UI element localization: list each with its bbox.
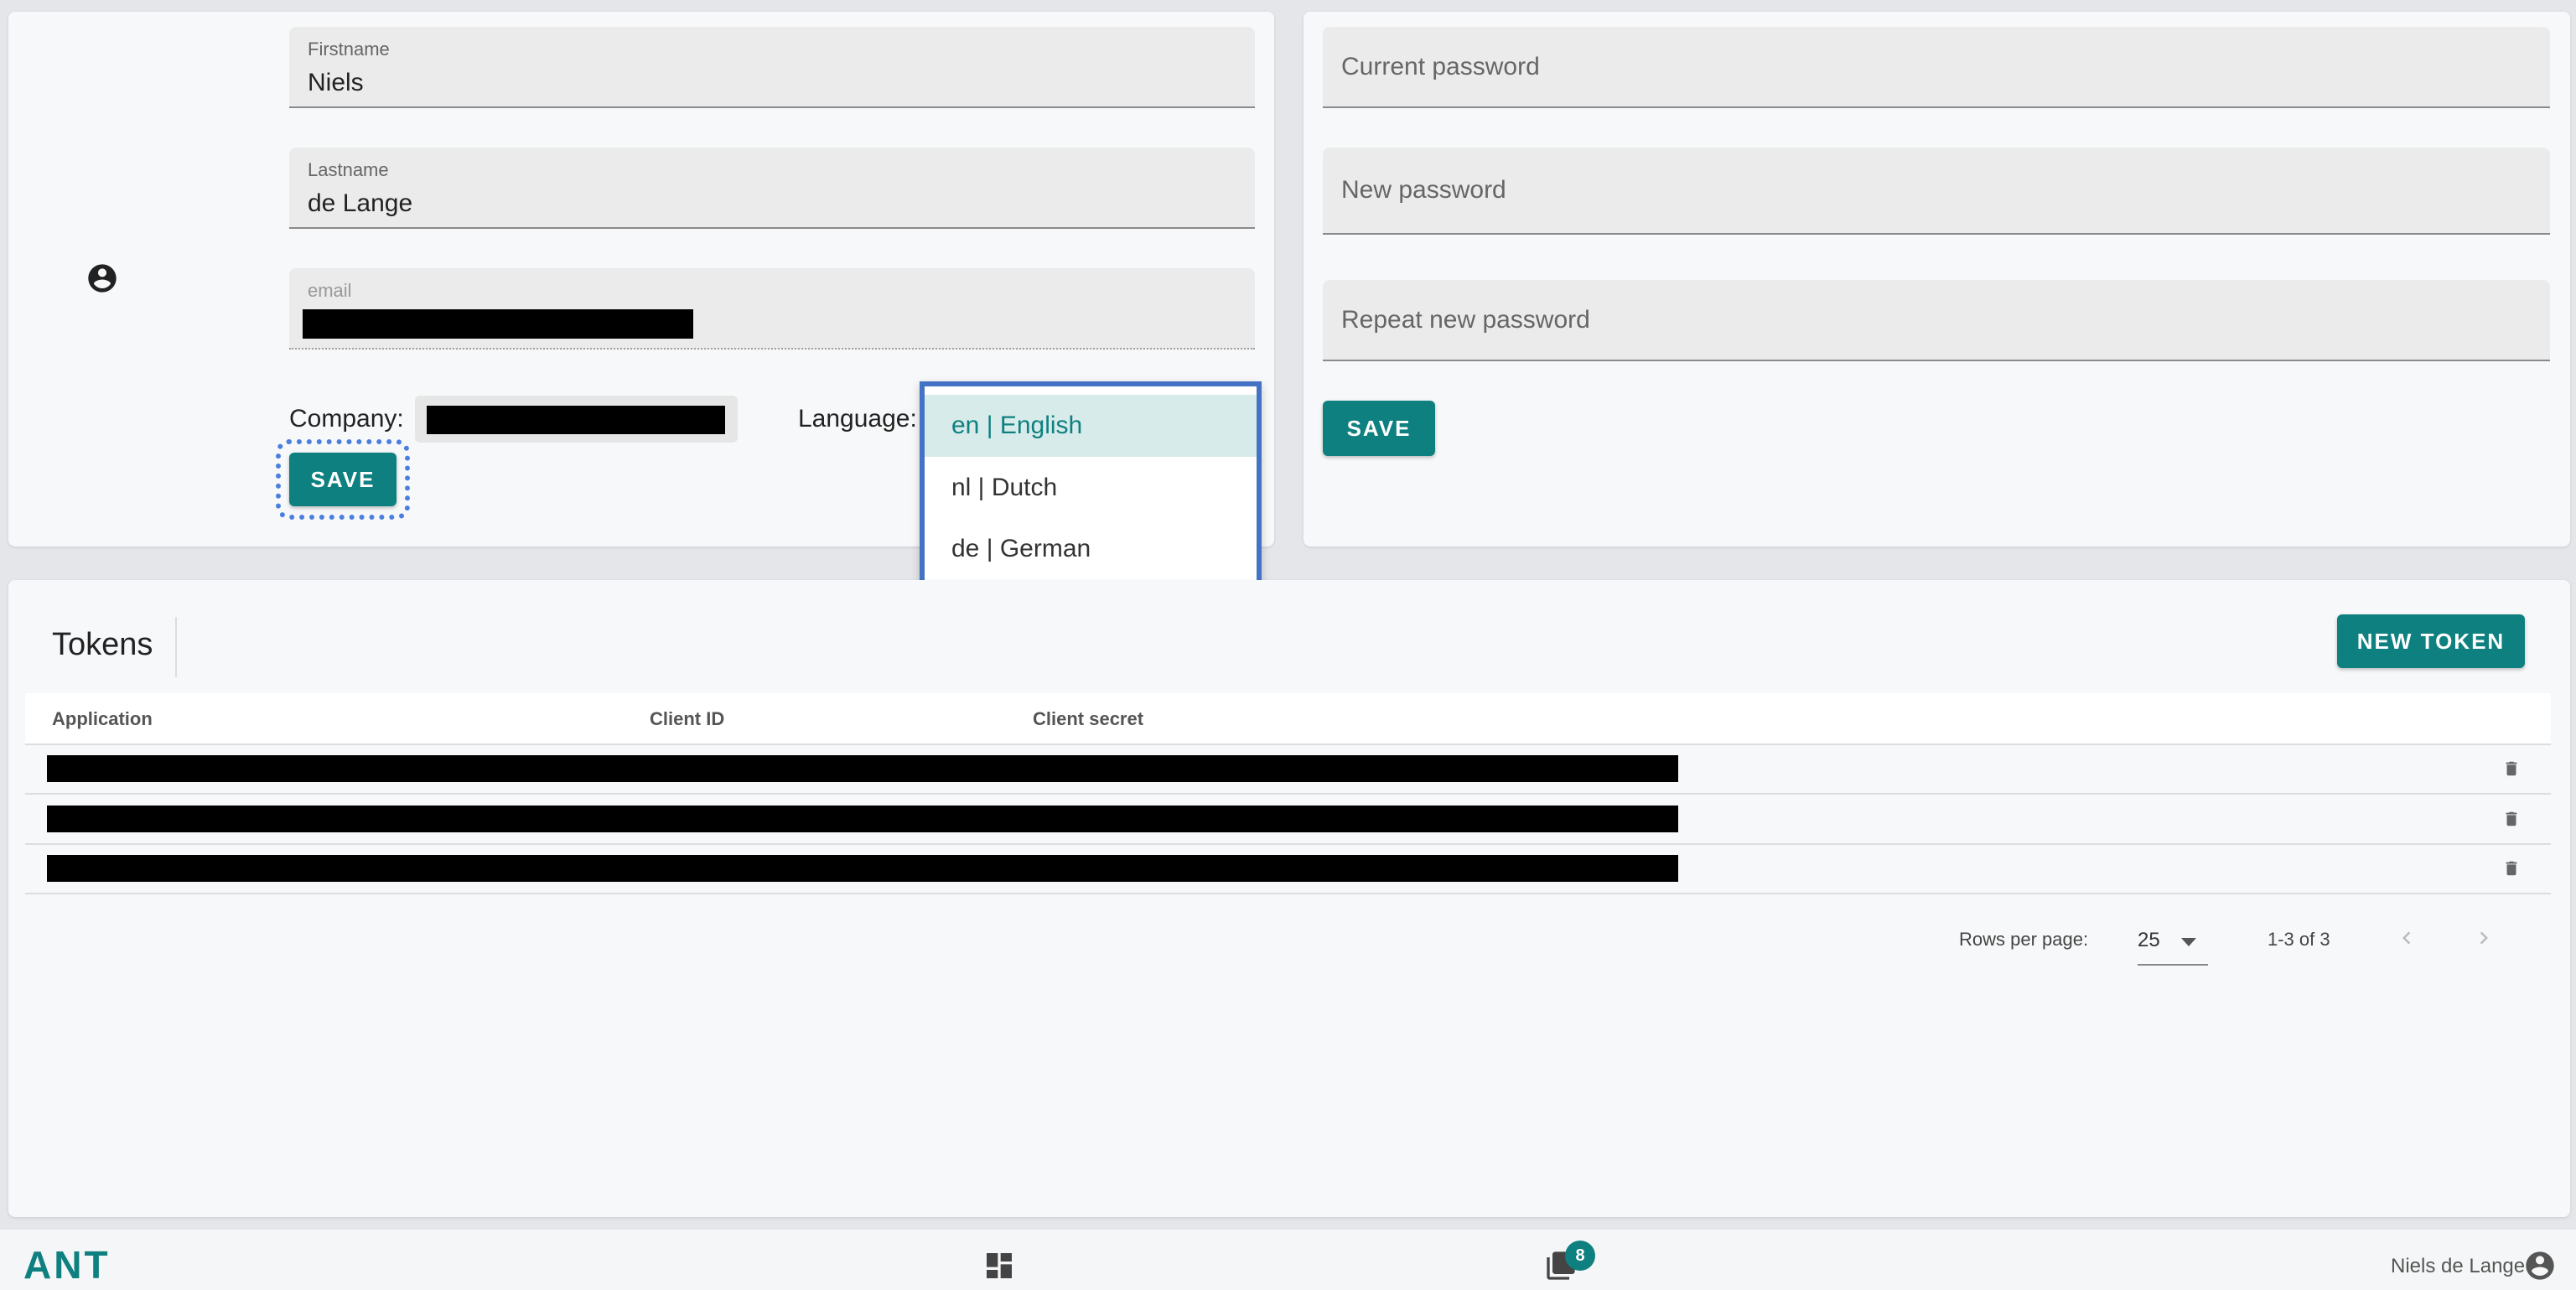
user-name[interactable]: Niels de Lange bbox=[2391, 1255, 2525, 1278]
row-divider bbox=[25, 793, 2551, 795]
lastname-label: Lastname bbox=[308, 159, 389, 180]
column-header-client-secret[interactable]: Client secret bbox=[1033, 708, 1143, 730]
chevron-right-icon[interactable] bbox=[2471, 925, 2496, 951]
email-redacted bbox=[303, 309, 693, 339]
new-password-placeholder: New password bbox=[1341, 176, 1506, 204]
tokens-title-divider bbox=[175, 617, 177, 677]
company-redacted bbox=[427, 406, 725, 434]
row-divider bbox=[25, 893, 2551, 894]
password-save-button[interactable]: SAVE bbox=[1323, 401, 1435, 456]
badge-count: 8 bbox=[1575, 1246, 1585, 1265]
row-1-redacted bbox=[47, 755, 1678, 782]
language-option-de[interactable]: de | German bbox=[925, 518, 1257, 580]
lastname-value: de Lange bbox=[308, 189, 413, 217]
company-label: Company: bbox=[289, 405, 404, 433]
new-password-field[interactable]: New password bbox=[1323, 148, 2550, 235]
email-field: email bbox=[289, 268, 1255, 350]
rows-per-page-value: 25 bbox=[2138, 929, 2160, 951]
firstname-field[interactable]: Firstname Niels bbox=[289, 27, 1255, 108]
language-label: Language: bbox=[798, 405, 917, 433]
chevron-down-icon bbox=[2181, 938, 2196, 946]
rows-per-page-select[interactable]: 25 bbox=[2138, 919, 2208, 966]
chevron-left-icon[interactable] bbox=[2394, 925, 2419, 951]
app-logo[interactable]: ANT bbox=[23, 1242, 111, 1287]
notification-badge: 8 bbox=[1565, 1241, 1595, 1271]
row-divider bbox=[25, 843, 2551, 845]
row-3-redacted bbox=[47, 855, 1678, 882]
new-token-button[interactable]: NEW TOKEN bbox=[2337, 614, 2525, 668]
row-2-redacted bbox=[47, 806, 1678, 832]
tokens-title: Tokens bbox=[52, 627, 153, 662]
language-option-nl[interactable]: nl | Dutch bbox=[925, 457, 1257, 519]
current-password-field[interactable]: Current password bbox=[1323, 27, 2550, 108]
language-dropdown[interactable]: en | English nl | Dutch de | German bbox=[920, 381, 1262, 606]
tokens-card bbox=[8, 580, 2570, 1217]
dashboard-icon[interactable] bbox=[982, 1249, 1016, 1282]
column-header-client-id[interactable]: Client ID bbox=[650, 708, 724, 730]
email-label: email bbox=[308, 280, 352, 301]
tokens-table-header bbox=[25, 693, 2551, 743]
delete-icon[interactable] bbox=[2502, 858, 2521, 878]
header-divider bbox=[25, 743, 2551, 745]
profile-save-button[interactable]: SAVE bbox=[289, 453, 397, 506]
company-field bbox=[415, 396, 738, 443]
repeat-password-field[interactable]: Repeat new password bbox=[1323, 280, 2550, 361]
pagination-range: 1-3 of 3 bbox=[2268, 929, 2330, 950]
firstname-value: Niels bbox=[308, 69, 364, 96]
lastname-field[interactable]: Lastname de Lange bbox=[289, 148, 1255, 229]
user-avatar-icon[interactable] bbox=[2523, 1249, 2557, 1282]
delete-icon[interactable] bbox=[2502, 759, 2521, 779]
repeat-password-placeholder: Repeat new password bbox=[1341, 305, 1590, 334]
current-password-placeholder: Current password bbox=[1341, 52, 1540, 80]
account-circle-icon bbox=[88, 264, 117, 293]
language-option-en[interactable]: en | English bbox=[925, 395, 1257, 457]
bottom-bar bbox=[0, 1230, 2576, 1290]
rows-per-page-label: Rows per page: bbox=[1959, 929, 2089, 950]
firstname-label: Firstname bbox=[308, 39, 390, 60]
delete-icon[interactable] bbox=[2502, 809, 2521, 829]
column-header-application[interactable]: Application bbox=[52, 708, 153, 730]
